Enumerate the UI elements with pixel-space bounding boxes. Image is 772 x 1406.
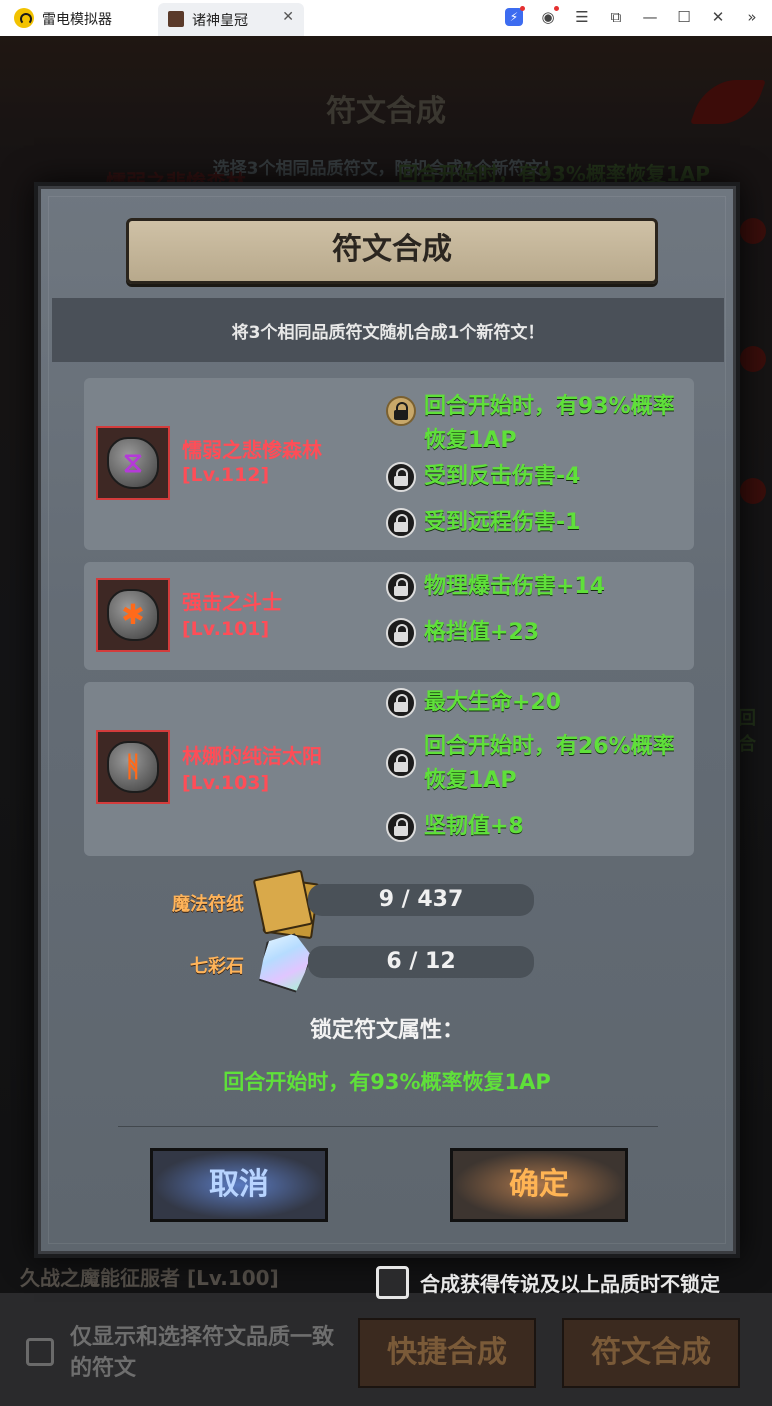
lock-open-icon[interactable]: [386, 508, 416, 538]
rune-card: ✱ 强击之斗士 [Lv.101] 物理爆击伤害+14 格挡值+23: [84, 562, 694, 670]
dialog-title-banner: 符文合成: [126, 218, 658, 284]
rune-stone-icon: ✱: [107, 589, 159, 641]
lock-closed-icon[interactable]: [386, 396, 416, 426]
divider: [118, 1126, 658, 1127]
emulator-title-bar: 雷电模拟器 诸神皇冠 ✕ ⚡ ◉ ☰ ⧉ — ☐ ✕ »: [0, 0, 772, 36]
rune-glyph: ⧖: [123, 446, 143, 479]
rune-level: [Lv.101]: [182, 618, 270, 640]
rune-name: 懦弱之悲惨森林: [182, 438, 322, 462]
emulator-app-name: 雷电模拟器: [42, 12, 112, 28]
rune-name: 强击之斗士: [182, 590, 282, 614]
dialog-description: 将3个相同品质符文随机合成1个新符文！: [231, 323, 545, 343]
close-window-icon[interactable]: ✕: [708, 8, 728, 26]
material-name: 魔法符纸: [172, 894, 244, 915]
menu-icon[interactable]: ☰: [572, 8, 592, 26]
rune-attr-text: 回合开始时，有93%概率恢复1AP: [424, 394, 675, 453]
no-lock-legendary-checkbox[interactable]: [376, 1266, 409, 1299]
rune-attr-text: 回合开始时，有26%概率恢复1AP: [424, 734, 675, 793]
rune-glyph: ᚻ: [124, 750, 142, 783]
material-name: 七彩石: [190, 956, 244, 977]
minimize-icon[interactable]: —: [640, 8, 660, 26]
dialog-title: 符文合成: [332, 232, 452, 267]
material-count: 6 / 12: [386, 949, 456, 974]
lock-open-icon[interactable]: [386, 688, 416, 718]
rune-stone-icon: ᚻ: [107, 741, 159, 793]
lock-open-icon[interactable]: [386, 572, 416, 602]
rune-compose-button[interactable]: 符文合成: [562, 1318, 740, 1388]
game-tab[interactable]: 诸神皇冠 ✕: [158, 3, 304, 36]
rune-level: [Lv.103]: [182, 772, 270, 794]
game-tab-title: 诸神皇冠: [192, 13, 248, 29]
confirm-button[interactable]: 确定: [450, 1148, 628, 1222]
lock-open-icon[interactable]: [386, 812, 416, 842]
lock-open-icon[interactable]: [386, 748, 416, 778]
rune-attr-text: 格挡值+23: [424, 620, 540, 645]
no-lock-legendary-label: 合成获得传说及以上品质时不锁定: [420, 1272, 720, 1296]
rune-attr-text: 受到反击伤害-4: [424, 464, 581, 489]
boost-notification-dot: [520, 6, 525, 11]
rune-compose-dialog: 符文合成 将3个相同品质符文随机合成1个新符文！ ⧖ 懦弱之悲惨森林 [Lv.1…: [34, 182, 740, 1258]
rune-icon[interactable]: ᚻ: [96, 730, 170, 804]
game-tab-icon: [168, 11, 184, 27]
rune-name: 林娜的纯洁太阳: [182, 744, 322, 768]
rune-card: ᚻ 林娜的纯洁太阳 [Lv.103] 最大生命+20 回合开始时，有26%概率恢…: [84, 682, 694, 856]
locked-attr-value: 回合开始时，有93%概率恢复1AP: [223, 1070, 551, 1094]
cancel-button[interactable]: 取消: [150, 1148, 328, 1222]
description-band: 将3个相同品质符文随机合成1个新符文！: [52, 298, 724, 362]
rune-attr-text: 物理爆击伤害+14: [424, 574, 606, 599]
expand-sidebar-icon[interactable]: »: [742, 8, 762, 26]
account-notification-dot: [554, 6, 559, 11]
lock-open-icon[interactable]: [386, 618, 416, 648]
filter-quality-checkbox[interactable]: [26, 1338, 54, 1366]
material-count: 9 / 437: [378, 887, 464, 912]
background-list-row: 久战之魔能征服者 [Lv.100]: [20, 1266, 279, 1290]
tab-close-icon[interactable]: ✕: [282, 9, 294, 25]
rune-stone-icon: ⧖: [107, 437, 159, 489]
rune-level: [Lv.112]: [182, 464, 270, 486]
rune-icon[interactable]: ✱: [96, 578, 170, 652]
filter-quality-label: 仅显示和选择符文品质一致的符文: [70, 1325, 335, 1381]
lock-open-icon[interactable]: [386, 462, 416, 492]
restore-window-icon[interactable]: ⧉: [606, 8, 626, 26]
quick-compose-button[interactable]: 快捷合成: [358, 1318, 536, 1388]
rune-attr-text: 坚韧值+8: [424, 814, 524, 839]
rune-glyph: ✱: [121, 598, 145, 631]
rune-icon[interactable]: ⧖: [96, 426, 170, 500]
rune-attr-text: 最大生命+20: [424, 690, 562, 715]
emulator-logo-icon: [14, 8, 34, 28]
locked-attr-title: 锁定符文属性：: [309, 1018, 464, 1043]
rune-card: ⧖ 懦弱之悲惨森林 [Lv.112] 回合开始时，有93%概率恢复1AP 受到反…: [84, 378, 694, 550]
maximize-icon[interactable]: ☐: [674, 8, 694, 26]
rune-attr-text: 受到远程伤害-1: [424, 510, 581, 535]
